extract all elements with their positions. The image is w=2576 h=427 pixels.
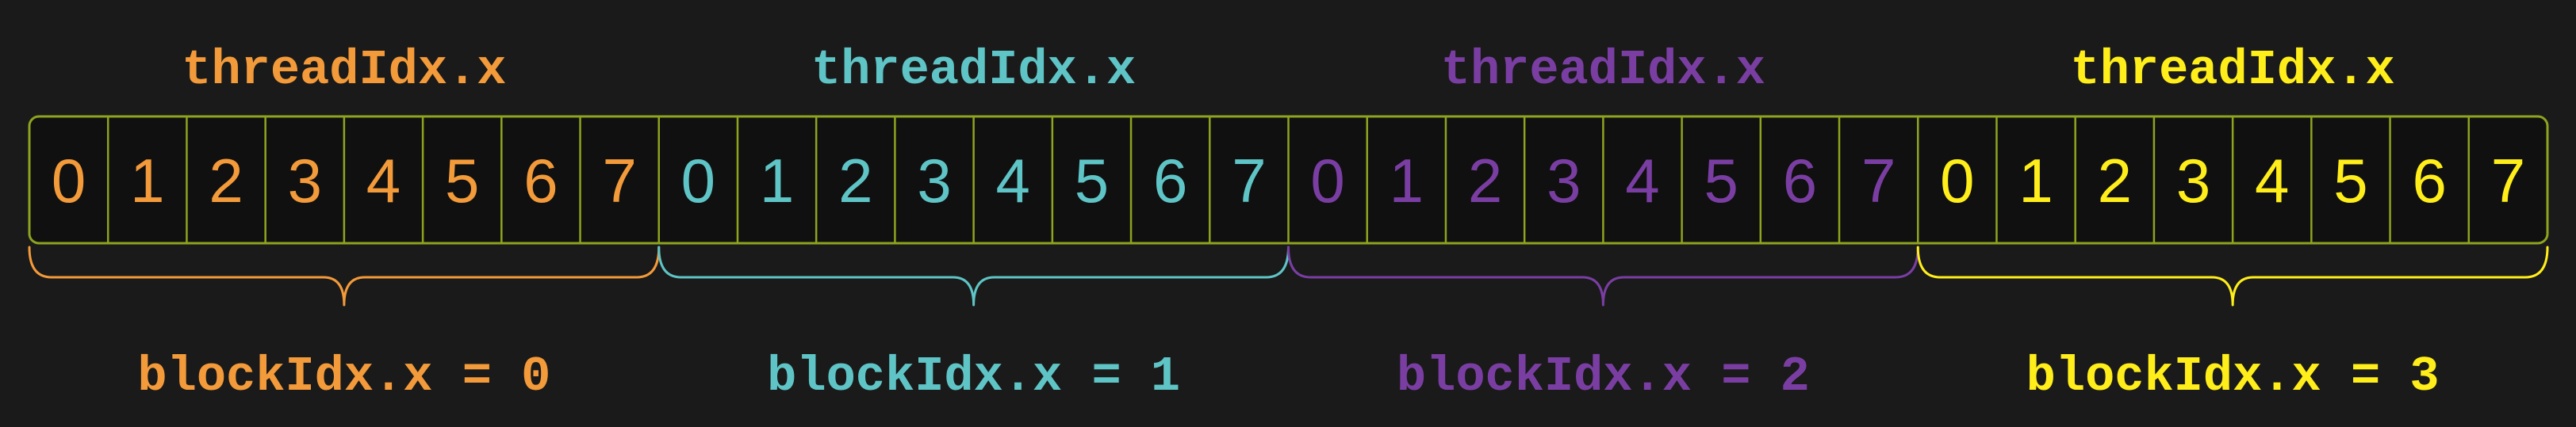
thread-cell-1-3: 3 <box>917 146 951 215</box>
thread-cell-1-5: 5 <box>1075 146 1109 215</box>
thread-index-labels: threadIdx.x threadIdx.x threadIdx.x threadI… <box>182 42 2395 98</box>
thread-index-label-2: threadIdx.x <box>1441 42 1765 98</box>
block-index-label-0: blockIdx.x = 0 <box>137 349 550 405</box>
thread-cell-2-0: 0 <box>1310 146 1344 215</box>
thread-cell-1-0: 0 <box>681 146 715 215</box>
thread-cell-0-2: 2 <box>209 146 243 215</box>
thread-cell-3-4: 4 <box>2255 146 2289 215</box>
thread-cell-0-0: 0 <box>52 146 86 215</box>
block-index-label-3: blockIdx.x = 3 <box>2026 349 2440 405</box>
block-index-labels: blockIdx.x = 0 blockIdx.x = 1 blockIdx.x =… <box>137 349 2439 405</box>
thread-cell-3-3: 3 <box>2176 146 2210 215</box>
thread-index-label-0: threadIdx.x <box>182 42 506 98</box>
thread-cell-2-4: 4 <box>1625 146 1659 215</box>
thread-grid: 01234567012345670123456701234567 <box>28 115 2549 245</box>
thread-cell-3-2: 2 <box>2098 146 2132 215</box>
thread-cell-3-7: 7 <box>2491 146 2525 215</box>
thread-cell-2-7: 7 <box>1861 146 1896 215</box>
thread-cell-0-7: 7 <box>602 146 636 215</box>
thread-cell-1-7: 7 <box>1232 146 1266 215</box>
thread-index-label-1: threadIdx.x <box>811 42 1136 98</box>
block-index-label-1: blockIdx.x = 1 <box>767 349 1180 405</box>
thread-cell-1-6: 6 <box>1153 146 1187 215</box>
block-braces <box>28 246 2549 307</box>
thread-cell-0-4: 4 <box>366 146 401 215</box>
thread-cell-0-3: 3 <box>288 146 322 215</box>
block-brace-2 <box>1287 246 1919 307</box>
block-brace-0 <box>28 246 661 307</box>
thread-cell-2-1: 1 <box>1390 146 1424 215</box>
thread-cell-2-3: 3 <box>1547 146 1581 215</box>
block-brace-3 <box>1916 246 2549 307</box>
thread-cell-0-6: 6 <box>523 146 558 215</box>
thread-cell-2-2: 2 <box>1468 146 1502 215</box>
block-index-label-2: blockIdx.x = 2 <box>1397 349 1810 405</box>
thread-cell-1-4: 4 <box>996 146 1030 215</box>
thread-cell-0-5: 5 <box>445 146 479 215</box>
thread-index-label-3: threadIdx.x <box>2070 42 2394 98</box>
thread-cell-3-1: 1 <box>2018 146 2053 215</box>
cuda-thread-block-diagram: threadIdx.x threadIdx.x threadIdx.x threadI… <box>28 42 2549 405</box>
thread-cell-3-0: 0 <box>1940 146 1974 215</box>
block-brace-1 <box>657 246 1290 307</box>
thread-cell-2-6: 6 <box>1783 146 1817 215</box>
thread-cell-1-2: 2 <box>838 146 872 215</box>
thread-cell-1-1: 1 <box>760 146 794 215</box>
thread-cell-0-1: 1 <box>130 146 164 215</box>
thread-cell-3-6: 6 <box>2412 146 2446 215</box>
thread-cell-2-5: 5 <box>1704 146 1738 215</box>
thread-cell-3-5: 5 <box>2333 146 2367 215</box>
